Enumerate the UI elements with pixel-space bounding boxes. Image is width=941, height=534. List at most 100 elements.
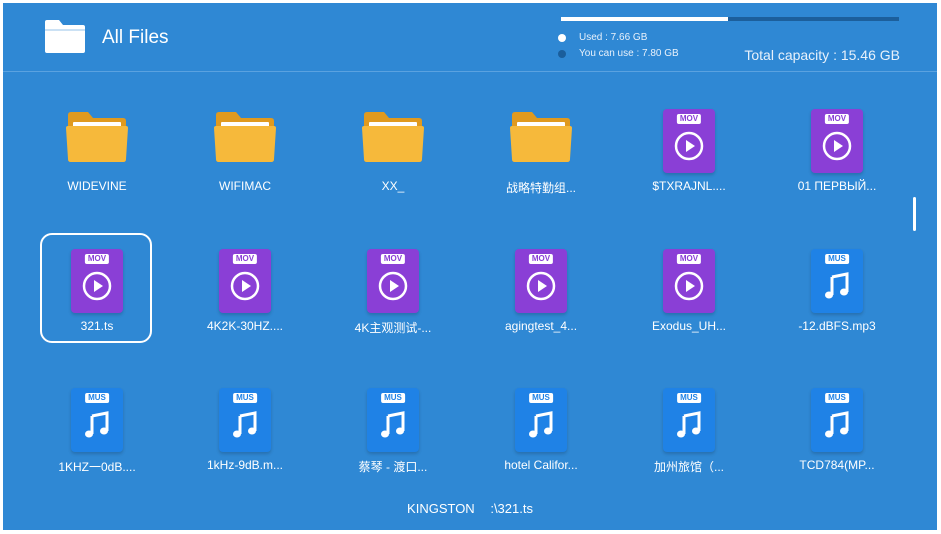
file-item[interactable]: MUS 加州旅馆（... <box>635 382 743 486</box>
file-item[interactable]: MUS -12.dBFS.mp3 <box>783 243 891 347</box>
storage-usage-fill <box>561 17 729 21</box>
folder-item[interactable]: 战略特勤组... <box>487 103 595 207</box>
file-type-tag: MOV <box>84 254 110 264</box>
music-note-icon <box>529 411 553 438</box>
file-name: 4K2K-30HZ.... <box>206 319 284 333</box>
folder-icon <box>66 112 128 162</box>
file-type-tag: MOV <box>232 254 258 264</box>
folder-icon <box>362 112 424 162</box>
play-icon <box>674 131 704 161</box>
available-dot-icon <box>558 49 566 58</box>
file-type-tag: MOV <box>528 254 554 264</box>
current-path: :\321.ts <box>490 501 533 516</box>
file-name: WIFIMAC <box>219 179 271 193</box>
audio-file-icon: MUS <box>811 388 863 452</box>
folder-item[interactable]: WIDEVINE <box>43 103 151 207</box>
music-note-icon <box>85 411 109 438</box>
footer-path: KINGSTON :\321.ts <box>3 501 937 516</box>
used-legend: Used : 7.66 GB <box>558 32 647 43</box>
file-type-tag: MUS <box>825 393 849 403</box>
file-name: XX_ <box>381 179 405 193</box>
music-note-icon <box>677 411 701 438</box>
video-file-icon: MOV <box>515 249 567 313</box>
file-type-tag: MUS <box>381 393 405 403</box>
audio-file-icon: MUS <box>811 249 863 313</box>
page-title: All Files <box>102 27 169 48</box>
file-item[interactable]: MUS 蔡琴 - 渡口... <box>339 382 447 486</box>
video-file-icon: MOV <box>219 249 271 313</box>
audio-file-icon: MUS <box>219 388 271 452</box>
video-file-icon: MOV <box>811 109 863 173</box>
available-label: You can use : 7.80 GB <box>579 48 679 59</box>
music-note-icon <box>233 411 257 438</box>
scrollbar[interactable] <box>913 197 916 231</box>
file-name: hotel Califor... <box>504 458 578 472</box>
file-name: 321.ts <box>80 319 114 333</box>
file-type-tag: MOV <box>676 114 702 124</box>
file-type-tag: MOV <box>824 114 850 124</box>
music-note-icon <box>381 411 405 438</box>
total-capacity: Total capacity : 15.46 GB <box>744 47 900 63</box>
play-icon <box>378 271 408 301</box>
video-file-icon: MOV <box>71 249 123 313</box>
audio-file-icon: MUS <box>663 388 715 452</box>
file-item[interactable]: MOV 4K主观测试-... <box>339 243 447 347</box>
file-item[interactable]: MOV 01 ПЕРВЫЙ... <box>783 103 891 207</box>
file-item[interactable]: MOV 4K2K-30HZ.... <box>191 243 299 347</box>
video-file-icon: MOV <box>663 109 715 173</box>
file-type-tag: MUS <box>85 393 109 403</box>
folder-icon <box>45 20 85 53</box>
device-name: KINGSTON <box>407 501 475 516</box>
play-icon <box>230 271 260 301</box>
file-name: agingtest_4... <box>504 319 578 333</box>
file-name: $TXRAJNL.... <box>652 179 726 193</box>
file-name: 01 ПЕРВЫЙ... <box>797 179 877 193</box>
file-item[interactable]: MUS 1kHz-9dB.m... <box>191 382 299 486</box>
file-type-tag: MOV <box>676 254 702 264</box>
header-divider <box>3 71 937 72</box>
audio-file-icon: MUS <box>71 388 123 452</box>
video-file-icon: MOV <box>663 249 715 313</box>
folder-item[interactable]: WIFIMAC <box>191 103 299 207</box>
file-name: 蔡琴 - 渡口... <box>358 460 428 474</box>
file-item[interactable]: MUS 1KHZ一0dB.... <box>43 382 151 486</box>
file-type-tag: MUS <box>677 393 701 403</box>
folder-icon <box>510 112 572 162</box>
file-name: 1kHz-9dB.m... <box>206 458 284 472</box>
used-label: Used : 7.66 GB <box>579 32 648 43</box>
play-icon <box>526 271 556 301</box>
file-type-tag: MUS <box>233 393 257 403</box>
file-item[interactable]: MOV 321.ts <box>40 233 152 347</box>
storage-usage-bar <box>561 17 899 21</box>
play-icon <box>674 271 704 301</box>
file-item[interactable]: MUS hotel Califor... <box>487 382 595 486</box>
file-name: 加州旅馆（... <box>653 460 724 474</box>
video-file-icon: MOV <box>367 249 419 313</box>
file-name: -12.dBFS.mp3 <box>798 319 876 333</box>
file-name: 战略特勤组... <box>505 181 576 195</box>
file-name: Exodus_UH... <box>651 319 727 333</box>
file-name: WIDEVINE <box>67 179 127 193</box>
file-item[interactable]: MOV agingtest_4... <box>487 243 595 347</box>
file-name: 4K主观测试-... <box>354 321 432 335</box>
play-icon <box>822 131 852 161</box>
used-dot-icon <box>558 33 566 42</box>
file-name: 1KHZ一0dB.... <box>58 460 136 474</box>
file-type-tag: MUS <box>529 393 553 403</box>
folder-icon <box>214 112 276 162</box>
file-manager-screen: All Files Used : 7.66 GB You can use : 7… <box>3 3 937 530</box>
file-type-tag: MUS <box>825 254 849 264</box>
file-type-tag: MOV <box>380 254 406 264</box>
file-item[interactable]: MUS TCD784(MP... <box>783 382 891 486</box>
folder-item[interactable]: XX_ <box>339 103 447 207</box>
header: All Files Used : 7.66 GB You can use : 7… <box>3 3 937 71</box>
file-name: TCD784(MP... <box>799 458 875 472</box>
available-legend: You can use : 7.80 GB <box>558 48 679 59</box>
audio-file-icon: MUS <box>515 388 567 452</box>
music-note-icon <box>825 411 849 438</box>
file-item[interactable]: MOV $TXRAJNL.... <box>635 103 743 207</box>
play-icon <box>82 271 112 301</box>
audio-file-icon: MUS <box>367 388 419 452</box>
file-item[interactable]: MOV Exodus_UH... <box>635 243 743 347</box>
music-note-icon <box>825 272 849 299</box>
